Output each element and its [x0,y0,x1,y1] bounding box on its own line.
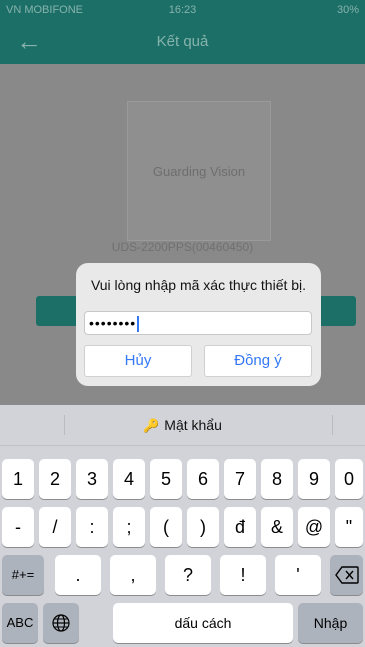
key-9[interactable]: 9 [298,459,330,499]
return-key[interactable]: Nhập [298,603,363,643]
backspace-icon [334,566,359,584]
key-symbols[interactable]: #+= [2,555,44,595]
key-close-paren[interactable]: ) [187,507,219,547]
key-semicolon[interactable]: ; [113,507,145,547]
password-suggestion[interactable]: 🔑 Mật khẩu [0,417,365,434]
text-caret [137,316,140,333]
backspace-key[interactable] [330,555,363,595]
key-dash[interactable]: - [2,507,34,547]
key-question[interactable]: ? [165,555,211,595]
key-apostrophe[interactable]: ' [275,555,321,595]
suggestion-label: Mật khẩu [164,417,222,433]
key-exclamation[interactable]: ! [220,555,266,595]
suggestion-bar: 🔑 Mật khẩu [0,405,365,446]
key-d-stroke[interactable]: đ [224,507,256,547]
key-2[interactable]: 2 [39,459,71,499]
key-comma[interactable]: , [110,555,156,595]
key-abc[interactable]: ABC [2,603,38,643]
key-7[interactable]: 7 [224,459,256,499]
confirm-button[interactable]: Đồng ý [204,345,312,377]
key-4[interactable]: 4 [113,459,145,499]
verification-code-input[interactable]: •••••••• [84,311,312,335]
key-8[interactable]: 8 [261,459,293,499]
key-1[interactable]: 1 [2,459,34,499]
password-value: •••••••• [89,315,137,331]
key-quote[interactable]: " [335,507,363,547]
keyboard: 🔑 Mật khẩu 1 2 3 4 5 6 7 8 9 0 - / : ; ( … [0,405,365,647]
device-serial: UDS-2200PPS(00460450) [111,240,254,254]
key-ampersand[interactable]: & [261,507,293,547]
key-at[interactable]: @ [298,507,330,547]
status-time: 16:23 [168,4,197,16]
nav-bar: ← Kết quả [0,20,365,64]
battery-label: 30% [336,4,359,16]
verification-dialog: Vui lòng nhập mã xác thực thiết bị. ••••… [76,263,321,386]
page-title: Kết quả [156,33,209,50]
key-5[interactable]: 5 [150,459,182,499]
key-3[interactable]: 3 [76,459,108,499]
device-image: Guarding Vision [127,101,271,241]
dialog-message: Vui lòng nhập mã xác thực thiết bị. [90,277,307,293]
key-open-paren[interactable]: ( [150,507,182,547]
key-colon[interactable]: : [76,507,108,547]
space-key[interactable]: dấu cách [113,603,293,643]
key-icon: 🔑 [143,418,160,433]
status-bar: VN MOBIFONE 16:23 30% [0,0,365,20]
cancel-button[interactable]: Hủy [84,345,192,377]
key-6[interactable]: 6 [187,459,219,499]
device-logo-text: Guarding Vision [152,164,246,179]
globe-key[interactable] [43,603,79,643]
key-0[interactable]: 0 [335,459,363,499]
key-slash[interactable]: / [39,507,71,547]
globe-icon [52,614,70,632]
key-period[interactable]: . [55,555,101,595]
